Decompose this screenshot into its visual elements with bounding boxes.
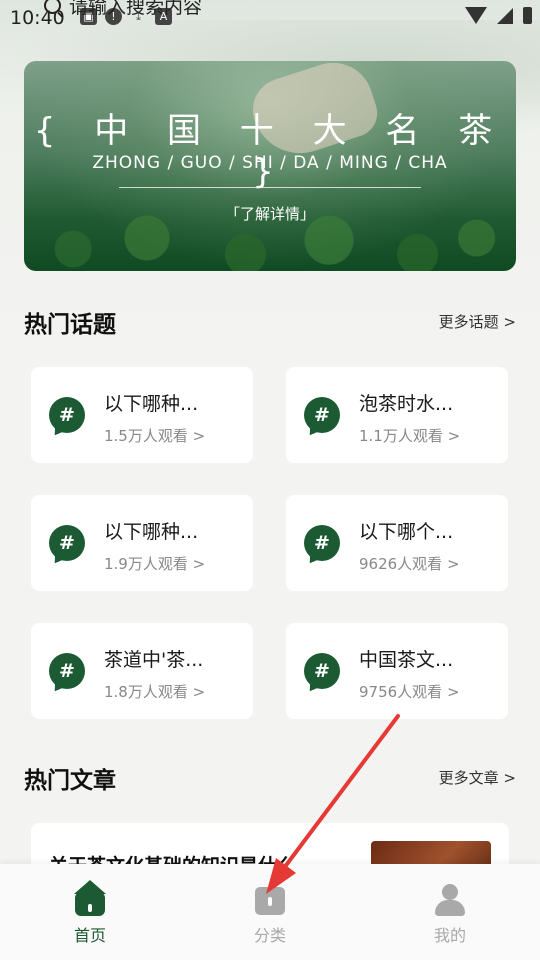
topic-views: 1.9万人观看 > <box>104 555 206 573</box>
profile-icon <box>434 884 466 916</box>
hashtag-icon: # <box>304 525 340 561</box>
banner-pinyin: ZHONG / GUO / SHI / DA / MING / CHA <box>92 153 448 173</box>
topic-card[interactable]: # 以下哪种... 1.9万人观看 > <box>31 495 253 591</box>
banner[interactable]: { 中 国 十 大 名 茶 } ZHONG / GUO / SHI / DA /… <box>24 61 516 271</box>
more-articles-link[interactable]: 更多文章 > <box>439 767 516 788</box>
hashtag-icon: # <box>49 653 85 689</box>
bottom-nav: 首页 分类 我的 <box>0 864 540 960</box>
topic-card[interactable]: # 以下哪种... 1.5万人观看 > <box>31 367 253 463</box>
banner-title: { 中 国 十 大 名 茶 } <box>33 111 507 192</box>
hot-topics-title: 热门话题 <box>24 312 116 338</box>
topic-views: 9626人观看 > <box>359 555 460 573</box>
battery-icon <box>523 7 532 24</box>
topic-card[interactable]: # 以下哪个... 9626人观看 > <box>286 495 508 591</box>
banner-more-link[interactable]: 「了解详情」 <box>24 203 516 224</box>
hashtag-icon: # <box>49 397 85 433</box>
topic-views: 1.1万人观看 > <box>359 427 461 445</box>
banner-divider <box>119 187 421 188</box>
hashtag-icon: # <box>304 397 340 433</box>
nav-home[interactable]: 首页 <box>50 880 130 946</box>
hashtag-icon: # <box>49 525 85 561</box>
signal-icon <box>497 7 513 24</box>
search-placeholder: 请输入搜索内容 <box>69 0 203 18</box>
topic-title: 中国茶文... <box>359 649 454 671</box>
home-icon <box>74 880 106 916</box>
topic-card[interactable]: # 泡茶时水... 1.1万人观看 > <box>286 367 508 463</box>
search-icon <box>44 0 61 14</box>
hashtag-icon: # <box>304 653 340 689</box>
nav-me[interactable]: 我的 <box>410 884 490 946</box>
topic-title: 茶道中'茶... <box>104 649 204 671</box>
topic-card[interactable]: # 中国茶文... 9756人观看 > <box>286 623 508 719</box>
topic-title: 以下哪个... <box>359 521 454 543</box>
topic-views: 1.5万人观看 > <box>104 427 206 445</box>
more-topics-link[interactable]: 更多话题 > <box>439 311 516 332</box>
nav-category-label: 分类 <box>253 926 286 945</box>
topic-title: 泡茶时水... <box>359 393 454 415</box>
nav-category[interactable]: 分类 <box>230 884 310 946</box>
hot-articles-title: 热门文章 <box>24 768 116 794</box>
nav-me-label: 我的 <box>433 926 466 945</box>
topic-title: 以下哪种... <box>104 393 199 415</box>
topic-card[interactable]: # 茶道中'茶... 1.8万人观看 > <box>31 623 253 719</box>
category-icon <box>254 884 286 916</box>
wifi-icon <box>465 7 487 24</box>
search-bar[interactable]: 请输入搜索内容 <box>44 0 202 19</box>
topic-title: 以下哪种... <box>104 521 199 543</box>
nav-home-label: 首页 <box>73 926 106 945</box>
topic-views: 9756人观看 > <box>359 683 460 701</box>
topic-views: 1.8万人观看 > <box>104 683 206 701</box>
